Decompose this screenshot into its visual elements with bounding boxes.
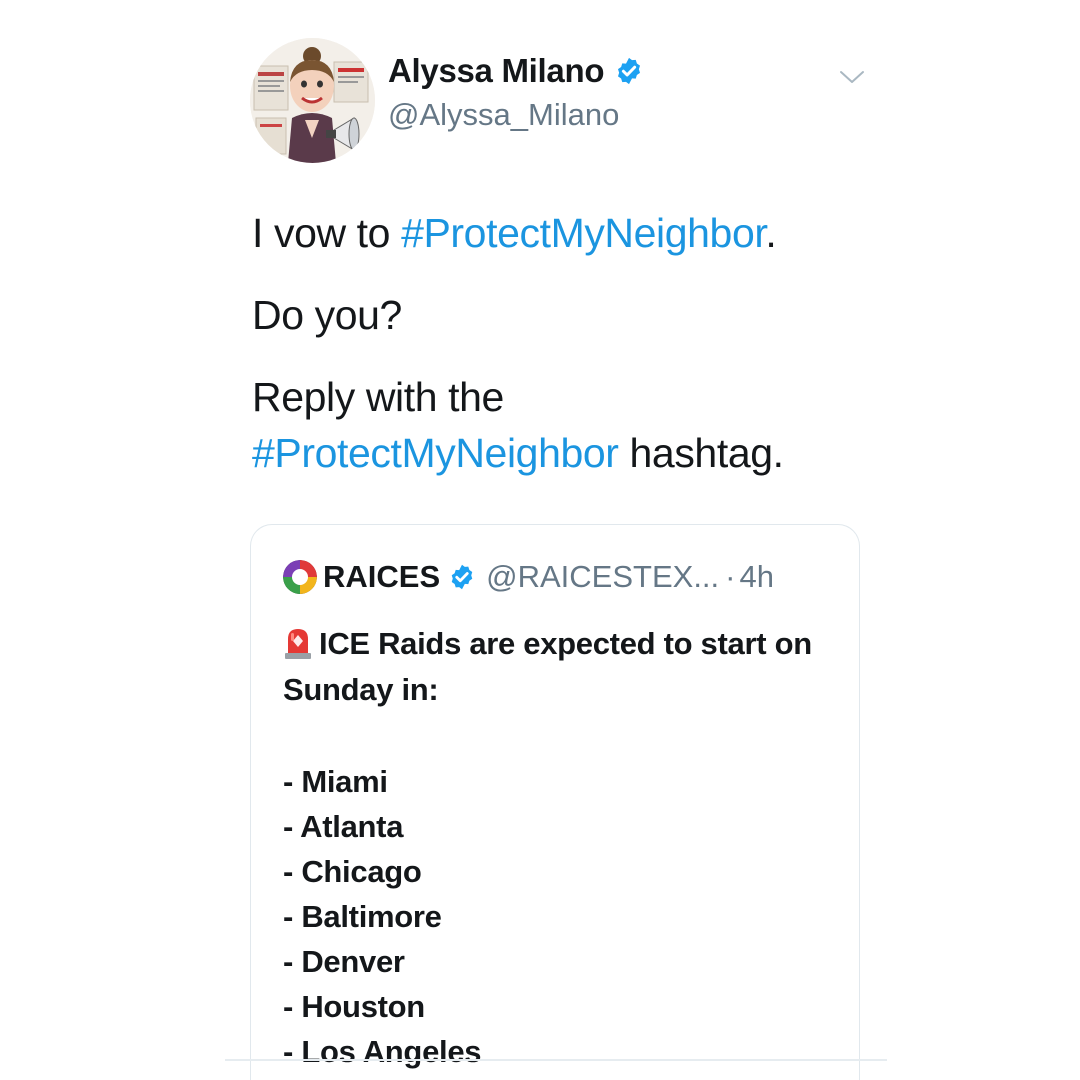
- bottom-divider: [225, 1059, 887, 1061]
- quoted-tweet-text: ICE Raids are expected to start on Sunda…: [283, 621, 843, 1074]
- city-list-item: - Los Angeles: [283, 1034, 482, 1069]
- chevron-down-icon[interactable]: [838, 66, 866, 88]
- quoted-tweet-timestamp[interactable]: 4h: [739, 559, 773, 595]
- city-list: - Miami - Atlanta - Chicago - Baltimore …: [283, 759, 843, 1074]
- verified-badge-icon: [618, 57, 641, 85]
- tweet: Alyssa Milano @Alyssa_Milano I vow to #P…: [250, 30, 892, 1080]
- verified-badge-icon: [451, 564, 473, 590]
- quoted-author-display-name[interactable]: RAICES: [323, 559, 440, 595]
- raices-logo-icon: [283, 560, 317, 594]
- city-list-item: - Chicago: [283, 854, 422, 889]
- tweet-line-1: I vow to #ProtectMyNeighbor.: [252, 205, 892, 261]
- tweet-line-3: Reply with the #ProtectMyNeighbor hashtag…: [252, 369, 892, 481]
- author-display-name[interactable]: Alyssa Milano: [388, 52, 604, 90]
- quoted-author-handle[interactable]: @RAICESTEX...: [486, 559, 719, 595]
- tweet-text-segment: hashtag.: [618, 430, 785, 476]
- hashtag-link[interactable]: #ProtectMyNeighbor: [401, 210, 766, 256]
- city-list-item: - Baltimore: [283, 899, 442, 934]
- tweet-line-2: Do you?: [252, 292, 402, 338]
- city-list-item: - Atlanta: [283, 809, 404, 844]
- tweet-text: I vow to #ProtectMyNeighbor. Do you? Rep…: [252, 205, 892, 507]
- tweet-text-segment: Reply with the: [252, 374, 504, 420]
- quoted-tweet-intro-text: ICE Raids are expected to start on Sunda…: [283, 626, 812, 707]
- tweet-text-segment: I vow to: [252, 210, 402, 256]
- tweet-text-segment: .: [765, 210, 777, 256]
- author-name-row[interactable]: Alyssa Milano: [388, 52, 644, 90]
- quoted-tweet-card[interactable]: RAICES @RAICESTEX... · 4h ICE Raids are …: [250, 524, 860, 1080]
- cartoon-caricature-avatar-icon: [250, 38, 375, 163]
- police-siren-icon: [285, 629, 311, 659]
- timestamp-separator: ·: [725, 559, 736, 594]
- quoted-tweet-intro: ICE Raids are expected to start on Sunda…: [283, 621, 843, 713]
- city-list-item: - Miami: [283, 764, 388, 799]
- author-handle[interactable]: @Alyssa_Milano: [388, 97, 619, 133]
- city-list-item: - Denver: [283, 944, 405, 979]
- quoted-tweet-header: RAICES @RAICESTEX... · 4h: [283, 559, 774, 595]
- city-list-item: - Houston: [283, 989, 425, 1024]
- quoted-author-avatar[interactable]: [283, 560, 317, 594]
- author-avatar[interactable]: [250, 38, 375, 163]
- hashtag-link[interactable]: #ProtectMyNeighbor: [252, 430, 619, 476]
